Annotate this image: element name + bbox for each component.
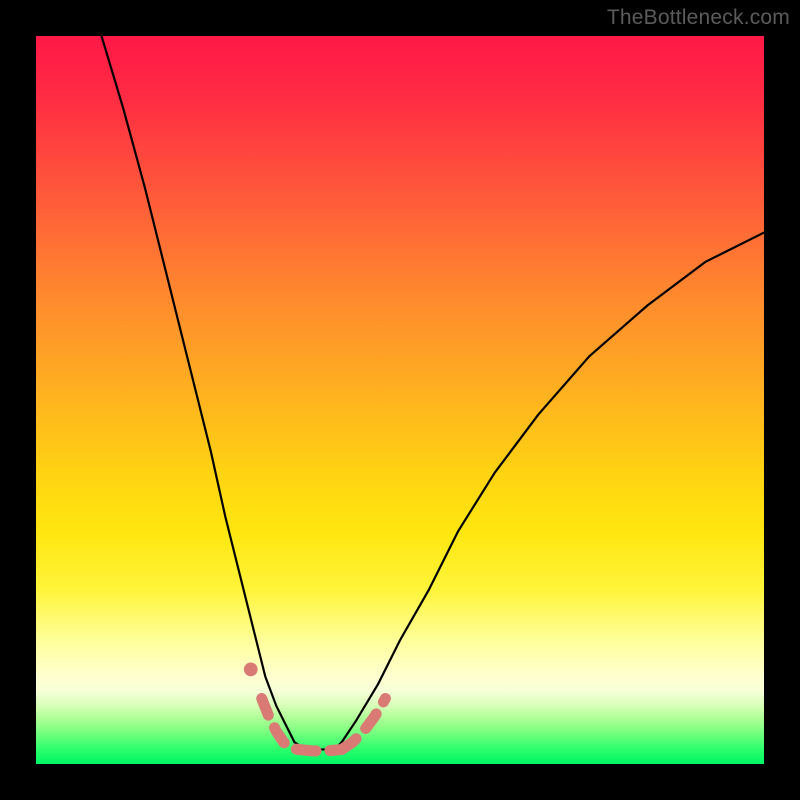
watermark-text: TheBottleneck.com [607, 6, 790, 30]
series-dash-bottom [298, 749, 342, 750]
series-right-branch [342, 233, 764, 743]
series-group [102, 36, 764, 751]
series-dot-upper-left [244, 662, 258, 676]
plot-area [36, 36, 764, 764]
outer-frame: TheBottleneck.com [0, 0, 800, 800]
series-left-branch [102, 36, 295, 742]
series-dash-left [262, 698, 298, 749]
curve-layer [36, 36, 764, 764]
